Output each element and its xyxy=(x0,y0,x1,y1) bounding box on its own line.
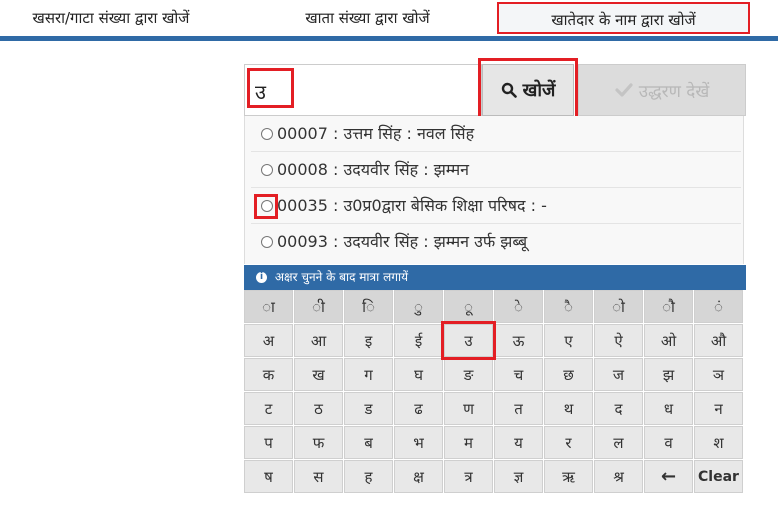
key-0-1[interactable]: ी xyxy=(294,290,343,323)
key-3-9[interactable]: न xyxy=(694,392,743,425)
key-2-5[interactable]: च xyxy=(494,358,543,391)
key-2-9[interactable]: ञ xyxy=(694,358,743,391)
key-0-8[interactable]: ौ xyxy=(644,290,693,323)
result-text: 00035 : उ0प्र0द्वारा बेसिक शिक्षा परिषद … xyxy=(277,196,547,215)
key-0-4[interactable]: ू xyxy=(444,290,493,323)
key-4-8[interactable]: व xyxy=(644,426,693,459)
key-5-1[interactable]: स xyxy=(294,460,343,493)
key-0-5[interactable]: े xyxy=(494,290,543,323)
list-item[interactable]: 00093 : उदयवीर सिंह : झम्मन उर्फ झब्बू xyxy=(251,225,741,259)
radio-button[interactable] xyxy=(261,236,273,248)
key-1-7[interactable]: ऐ xyxy=(594,324,643,357)
radio-button[interactable] xyxy=(261,128,273,140)
key-2-7[interactable]: ज xyxy=(594,358,643,391)
key-5-2[interactable]: ह xyxy=(344,460,393,493)
key-2-8[interactable]: झ xyxy=(644,358,693,391)
key-4-1[interactable]: फ xyxy=(294,426,343,459)
hindi-keyboard: ाीिुूेैोौं अ आ इ ई उ ऊ ए ऐ ओ औ क ख ग घ ङ च छ ज झ ञ ट ठ ड ढ ण त थ द ध न… xyxy=(244,290,746,494)
key-0-9[interactable]: ं xyxy=(694,290,743,323)
key-2-6[interactable]: छ xyxy=(544,358,593,391)
tab-khasra-search[interactable]: खसरा/गाटा संख्या द्वारा खोजें xyxy=(0,2,222,34)
key-5-3[interactable]: क्ष xyxy=(394,460,443,493)
key-5-8[interactable]: ← xyxy=(644,460,693,493)
keyboard-hint: अक्षर चुनने के बाद मात्रा लगायें xyxy=(274,270,409,284)
view-extract-button[interactable]: उद्धरण देखें xyxy=(578,64,746,116)
key-3-6[interactable]: थ xyxy=(544,392,593,425)
key-1-6[interactable]: ए xyxy=(544,324,593,357)
tab-underline xyxy=(0,36,778,41)
key-5-0[interactable]: ष xyxy=(244,460,293,493)
key-3-4[interactable]: ण xyxy=(444,392,493,425)
key-1-9[interactable]: औ xyxy=(694,324,743,357)
key-0-7[interactable]: ो xyxy=(594,290,643,323)
key-4-2[interactable]: ब xyxy=(344,426,393,459)
result-text: 00093 : उदयवीर सिंह : झम्मन उर्फ झब्बू xyxy=(277,232,528,251)
search-input-box xyxy=(244,64,482,116)
key-4-5[interactable]: य xyxy=(494,426,543,459)
key-4-0[interactable]: प xyxy=(244,426,293,459)
key-2-0[interactable]: क xyxy=(244,358,293,391)
key-4-3[interactable]: भ xyxy=(394,426,443,459)
key-3-0[interactable]: ट xyxy=(244,392,293,425)
radio-button[interactable] xyxy=(261,200,273,212)
key-3-5[interactable]: त xyxy=(494,392,543,425)
key-2-3[interactable]: घ xyxy=(394,358,443,391)
key-1-5[interactable]: ऊ xyxy=(494,324,543,357)
view-extract-label: उद्धरण देखें xyxy=(638,81,710,102)
search-button[interactable]: खोजें xyxy=(482,64,574,116)
key-5-9[interactable]: Clear xyxy=(694,460,743,493)
key-3-7[interactable]: द xyxy=(594,392,643,425)
keyboard-hint-bar: i अक्षर चुनने के बाद मात्रा लगायें xyxy=(244,265,746,290)
key-3-1[interactable]: ठ xyxy=(294,392,343,425)
key-2-2[interactable]: ग xyxy=(344,358,393,391)
result-text: 00007 : उत्तम सिंह : नवल सिंह xyxy=(277,124,475,143)
key-1-1[interactable]: आ xyxy=(294,324,343,357)
list-item[interactable]: 00035 : उ0प्र0द्वारा बेसिक शिक्षा परिषद … xyxy=(251,189,741,224)
key-0-2[interactable]: ि xyxy=(344,290,393,323)
radio-button[interactable] xyxy=(261,164,273,176)
search-icon xyxy=(501,82,517,98)
info-icon: i xyxy=(256,272,267,283)
key-0-0[interactable]: ा xyxy=(244,290,293,323)
key-5-4[interactable]: त्र xyxy=(444,460,493,493)
check-icon xyxy=(615,83,633,97)
key-3-8[interactable]: ध xyxy=(644,392,693,425)
key-1-0[interactable]: अ xyxy=(244,324,293,357)
key-5-6[interactable]: ऋ xyxy=(544,460,593,493)
key-2-4[interactable]: ङ xyxy=(444,358,493,391)
key-4-6[interactable]: र xyxy=(544,426,593,459)
key-5-7[interactable]: श्र xyxy=(594,460,643,493)
tab-bar: खसरा/गाटा संख्या द्वारा खोजें खाता संख्य… xyxy=(0,0,778,40)
key-3-2[interactable]: ड xyxy=(344,392,393,425)
key-2-1[interactable]: ख xyxy=(294,358,343,391)
key-4-4[interactable]: म xyxy=(444,426,493,459)
search-button-label: खोजें xyxy=(522,80,556,101)
key-1-3[interactable]: ई xyxy=(394,324,443,357)
key-1-4[interactable]: उ xyxy=(444,324,493,357)
result-text: 00008 : उदयवीर सिंह : झम्मन xyxy=(277,160,470,179)
tab-khata-search[interactable]: खाता संख्या द्वारा खोजें xyxy=(250,2,485,34)
key-0-6[interactable]: ै xyxy=(544,290,593,323)
list-item[interactable]: 00008 : उदयवीर सिंह : झम्मन xyxy=(251,153,741,188)
key-3-3[interactable]: ढ xyxy=(394,392,443,425)
key-5-5[interactable]: ज्ञ xyxy=(494,460,543,493)
key-0-3[interactable]: ु xyxy=(394,290,443,323)
list-item[interactable]: 00007 : उत्तम सिंह : नवल सिंह xyxy=(251,117,741,152)
key-1-8[interactable]: ओ xyxy=(644,324,693,357)
key-4-7[interactable]: ल xyxy=(594,426,643,459)
key-4-9[interactable]: श xyxy=(694,426,743,459)
search-input[interactable] xyxy=(253,73,477,109)
key-1-2[interactable]: इ xyxy=(344,324,393,357)
tab-owner-name-search[interactable]: खातेदार के नाम द्वारा खोजें xyxy=(497,2,750,34)
results-list: 00007 : उत्तम सिंह : नवल सिंह 00008 : उद… xyxy=(244,116,744,264)
